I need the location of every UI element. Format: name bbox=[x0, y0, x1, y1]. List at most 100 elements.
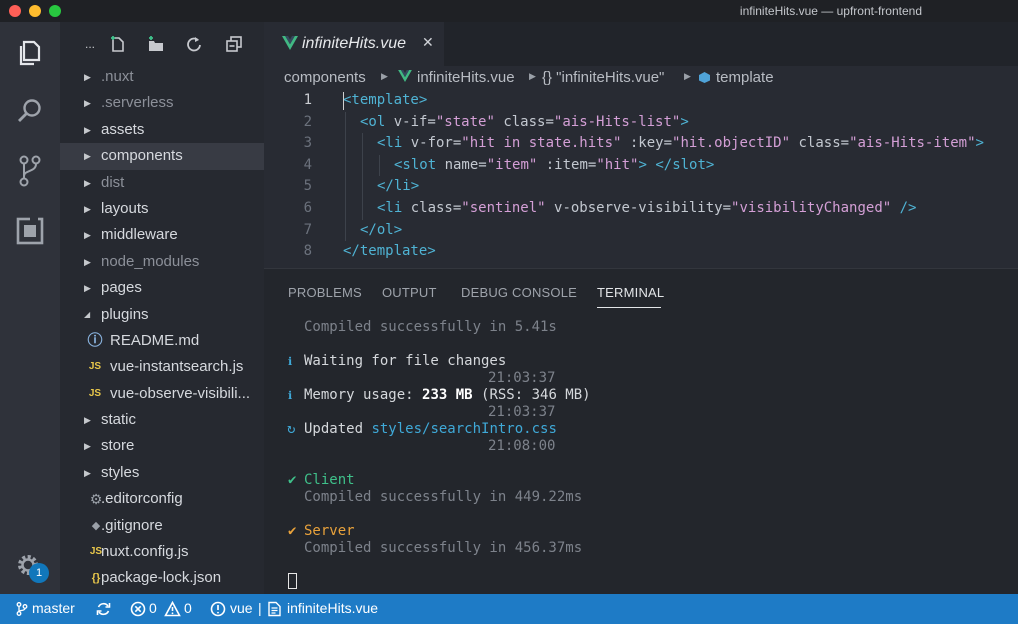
tab-infinitehits-vue[interactable]: infiniteHits.vue ✕ bbox=[264, 22, 444, 66]
code-token: name= bbox=[444, 156, 487, 173]
breadcrumb-element[interactable]: template bbox=[716, 69, 774, 86]
tab-debug-console[interactable]: DEBUG CONSOLE bbox=[461, 285, 577, 300]
active-tab-underline bbox=[597, 307, 661, 308]
folder-item[interactable]: ▶ middleware bbox=[60, 222, 264, 248]
active-file-name[interactable]: infiniteHits.vue bbox=[287, 600, 378, 616]
folder-item[interactable]: ▶ static bbox=[60, 407, 264, 433]
folder-item[interactable]: ▶ components bbox=[60, 143, 264, 170]
code-line[interactable]: 3 <li v-for="hit in state.hits" :key="hit… bbox=[264, 133, 1018, 155]
chevron-right-icon: ▶ bbox=[684, 71, 691, 81]
code-token: "ais-Hits-item" bbox=[849, 135, 976, 152]
file-icon bbox=[268, 601, 281, 617]
tree-item-label: node_modules bbox=[101, 252, 200, 270]
code-line[interactable]: 6 <li class="sentinel" v-observe-visibili… bbox=[264, 197, 1018, 220]
file-item[interactable]: ⓘ README.md bbox=[60, 328, 264, 354]
line-number: 6 bbox=[303, 199, 312, 216]
code-token: v-if= bbox=[393, 113, 436, 130]
folder-item[interactable]: ▶ pages bbox=[60, 275, 264, 301]
language-mode[interactable]: vue bbox=[230, 600, 253, 616]
error-count[interactable]: 0 bbox=[149, 600, 157, 616]
refresh-icon: ↻ bbox=[287, 421, 296, 437]
file-item[interactable]: JS vue-instantsearch.js bbox=[60, 354, 264, 380]
js-icon: JS bbox=[88, 361, 102, 373]
close-tab-button[interactable]: ✕ bbox=[422, 34, 434, 51]
folder-item[interactable]: ▶ .nuxt bbox=[60, 64, 264, 90]
file-item[interactable]: JS nuxt.config.js bbox=[60, 539, 264, 565]
code-line[interactable]: 4 <slot name="item" :item="hit"> </slot> bbox=[264, 154, 1018, 177]
breadcrumb-file[interactable]: infiniteHits.vue bbox=[417, 69, 515, 86]
code-line[interactable]: 1 <template> bbox=[264, 90, 1018, 112]
code-line[interactable]: 7 </ol> bbox=[264, 219, 1018, 242]
git-branch-icon bbox=[16, 602, 28, 616]
indent-guide bbox=[345, 133, 346, 155]
editor-tab-bar: infiniteHits.vue ✕ bbox=[264, 22, 1018, 66]
vscode-window: infiniteHits.vue — upfront-frontend 1 ..… bbox=[0, 0, 1018, 624]
code-line[interactable]: 5 </li> bbox=[264, 176, 1018, 198]
file-item[interactable]: JS vue-observe-visibili... bbox=[60, 381, 264, 407]
activity-settings[interactable]: 1 bbox=[0, 540, 60, 590]
refresh-button[interactable] bbox=[184, 34, 204, 54]
tree-item-label: styles bbox=[101, 463, 140, 481]
terminal-line: Compiled successfully in 5.41s bbox=[304, 319, 557, 335]
chevron-right-icon: ▶ bbox=[84, 98, 91, 109]
code-text: </li> bbox=[377, 176, 419, 198]
window-title: infiniteHits.vue — upfront-frontend bbox=[739, 4, 922, 18]
new-folder-button[interactable] bbox=[146, 34, 166, 54]
tab-problems[interactable]: PROBLEMS bbox=[288, 285, 362, 300]
activity-explorer[interactable] bbox=[0, 28, 60, 78]
warning-count[interactable]: 0 bbox=[184, 600, 192, 616]
breadcrumb-module[interactable]: {} "infiniteHits.vue" bbox=[542, 69, 664, 86]
element-icon bbox=[699, 72, 710, 83]
folder-item[interactable]: ▶ node_modules bbox=[60, 249, 264, 275]
files-icon bbox=[19, 40, 41, 66]
sync-icon[interactable] bbox=[96, 602, 111, 616]
git-branch[interactable]: master bbox=[32, 600, 75, 616]
folder-item[interactable]: ▶ layouts bbox=[60, 196, 264, 222]
line-number: 4 bbox=[303, 156, 312, 173]
breadcrumb-folder[interactable]: components bbox=[284, 69, 366, 86]
folder-item[interactable]: ▶ assets bbox=[60, 117, 264, 143]
js-icon: JS bbox=[88, 387, 102, 399]
folder-item[interactable]: ▶ styles bbox=[60, 460, 264, 486]
terminal-timestamp: 21:03:37 bbox=[488, 404, 556, 420]
indent-guide bbox=[362, 154, 363, 177]
terminal-cursor bbox=[288, 573, 297, 589]
code-token: </template> bbox=[343, 243, 436, 260]
new-file-button[interactable] bbox=[108, 34, 128, 54]
chevron-right-icon: ▶ bbox=[84, 124, 91, 135]
file-item[interactable]: {} package-lock.json bbox=[60, 565, 264, 591]
source-control-icon bbox=[19, 155, 41, 187]
file-item[interactable]: ◆ .gitignore bbox=[60, 513, 264, 539]
indent-guide bbox=[362, 176, 363, 198]
code-line[interactable]: 2 <ol v-if="state" class="ais-Hits-list"> bbox=[264, 111, 1018, 134]
vue-icon bbox=[282, 36, 298, 50]
folder-item[interactable]: ▶ .serverless bbox=[60, 90, 264, 116]
code-text: </template> bbox=[343, 241, 436, 263]
terminal-line: Compiled successfully in 449.22ms bbox=[304, 489, 583, 505]
indent-guide bbox=[345, 197, 346, 220]
tab-output[interactable]: OUTPUT bbox=[382, 285, 437, 300]
code-token: v-observe-visibility= bbox=[545, 199, 732, 216]
more-actions-button[interactable]: ... bbox=[80, 34, 100, 54]
activity-search[interactable] bbox=[0, 86, 60, 136]
terminal-timestamp: 21:08:00 bbox=[488, 438, 556, 454]
activity-extensions[interactable] bbox=[0, 206, 60, 256]
collapse-all-button[interactable] bbox=[224, 34, 244, 54]
file-item[interactable]: ⚙ .editorconfig bbox=[60, 486, 264, 512]
line-number: 1 bbox=[303, 92, 312, 108]
code-token: "hit" bbox=[596, 156, 639, 173]
code-token: :item= bbox=[537, 156, 597, 173]
code-token: class= bbox=[790, 135, 850, 152]
folder-item[interactable]: ◢ plugins bbox=[60, 302, 264, 328]
code-editor[interactable]: 1 <template> 2 <ol v-if="state" class="ais-… bbox=[264, 90, 1018, 268]
code-text: <slot name="item" :item="hit"> </slot> bbox=[394, 155, 714, 177]
code-token: "ais-Hits-list" bbox=[553, 113, 681, 130]
folder-item[interactable]: ▶ dist bbox=[60, 170, 264, 196]
code-token: </ol> bbox=[360, 221, 403, 238]
tree-item-label: nuxt.config.js bbox=[101, 543, 189, 561]
code-line[interactable]: 8 </template> bbox=[264, 241, 1018, 263]
tab-terminal[interactable]: TERMINAL bbox=[597, 285, 664, 300]
folder-item[interactable]: ▶ store bbox=[60, 433, 264, 459]
tree-item-label: static bbox=[101, 411, 137, 429]
activity-source-control[interactable] bbox=[0, 146, 60, 196]
